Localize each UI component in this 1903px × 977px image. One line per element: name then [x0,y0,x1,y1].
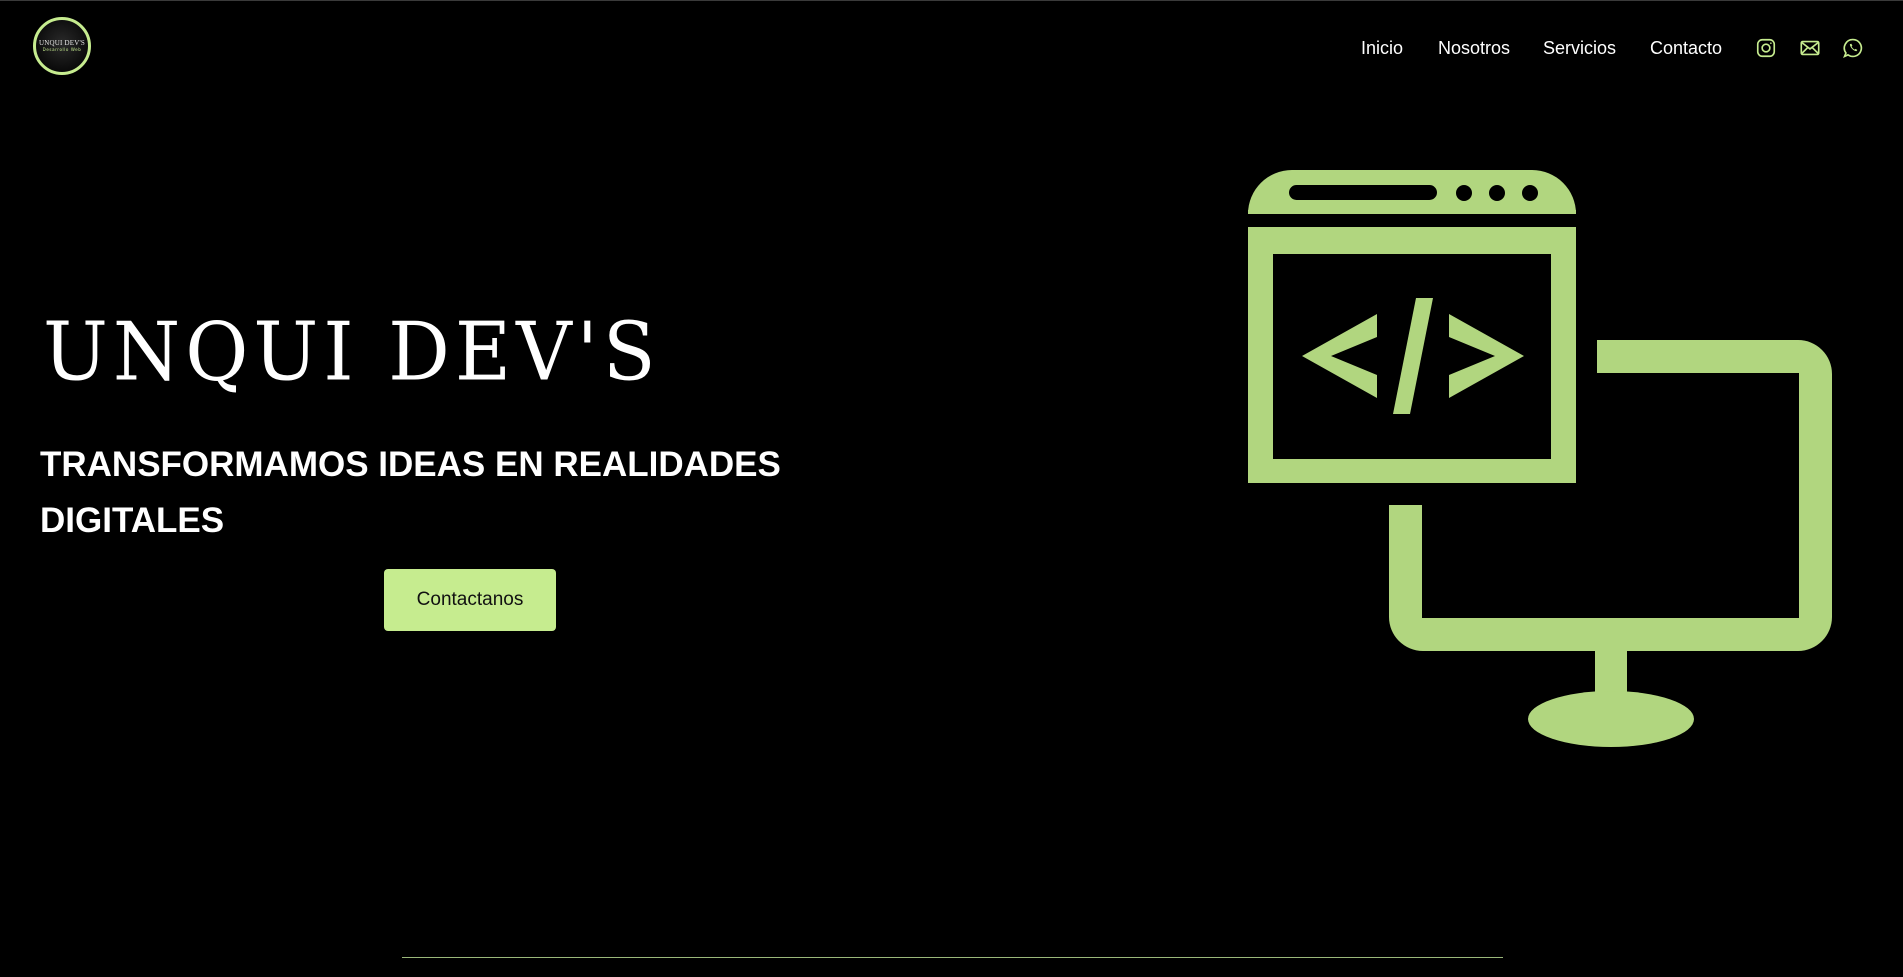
section-divider [402,957,1503,958]
nav-inicio-link[interactable]: Inicio [1361,36,1403,60]
web-development-code-icon [1248,170,1832,750]
logo-subtitle: Desarrollo Web [42,47,82,52]
instagram-icon[interactable] [1755,37,1777,59]
nav-servicios-link[interactable]: Servicios [1543,36,1616,60]
whatsapp-icon[interactable] [1842,37,1864,59]
nav-nosotros-link[interactable]: Nosotros [1438,36,1510,60]
hero-title: UNQUI DEV'S [43,306,661,400]
contact-cta-button[interactable]: Contactanos [384,569,556,631]
mail-icon[interactable] [1799,37,1821,59]
brand-logo[interactable]: UNQUI DEV'S Desarrollo Web [33,17,91,75]
nav-contacto-link[interactable]: Contacto [1650,36,1722,60]
top-border [0,0,1903,1]
hero-subtitle: TRANSFORMAMOS IDEAS EN REALIDADES DIGITA… [40,445,781,540]
logo-title: UNQUI DEV'S [38,39,86,47]
